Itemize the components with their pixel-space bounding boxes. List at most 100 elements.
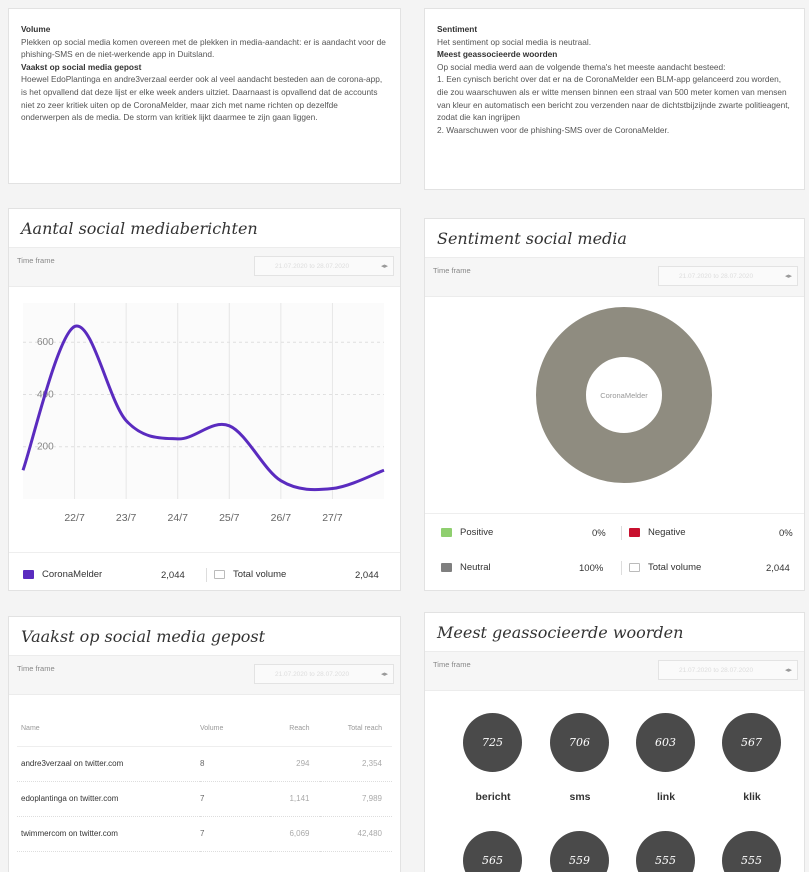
time-frame-value: 21.07.2020 to 28.07.2020 bbox=[679, 667, 754, 674]
table-row[interactable]: edoplantinga on twitter.com 7 1,141 7,98… bbox=[17, 781, 392, 817]
sentiment-heading: Sentiment bbox=[437, 24, 478, 34]
word-label: klik bbox=[743, 791, 761, 803]
time-frame-label: Time frame bbox=[433, 266, 471, 275]
neutral-swatch-icon bbox=[441, 563, 452, 572]
time-frame-label: Time frame bbox=[17, 664, 55, 673]
messages-panel-title: Aantal social mediaberichten bbox=[21, 219, 258, 238]
legend-negative[interactable]: Negative bbox=[629, 527, 686, 538]
time-frame-bar: Time frame 21.07.2020 to 28.07.2020 ◂▸ bbox=[9, 247, 400, 287]
total-volume-label: Total volume bbox=[648, 562, 702, 573]
time-frame-value: 21.07.2020 to 28.07.2020 bbox=[275, 671, 350, 678]
column-header-volume[interactable]: Volume bbox=[200, 712, 270, 747]
word-label: sms bbox=[569, 791, 591, 803]
messages-panel: Aantal social mediaberichten Time frame … bbox=[8, 208, 401, 591]
posted-panel-title: Vaakst op social media gepost bbox=[21, 627, 266, 646]
x-tick-label: 22/7 bbox=[64, 512, 85, 524]
table-row[interactable]: twimmercom on twitter.com 7 6,069 42,480 bbox=[17, 816, 392, 852]
legend-total-volume[interactable]: Total volume bbox=[629, 562, 701, 573]
x-tick-label: 24/7 bbox=[167, 512, 188, 524]
time-frame-picker[interactable]: 21.07.2020 to 28.07.2020 ◂▸ bbox=[658, 266, 798, 286]
sentiment-panel: Sentiment social media Time frame 21.07.… bbox=[424, 218, 805, 591]
sentiment-total-value: 2,044 bbox=[766, 563, 790, 574]
legend-divider bbox=[621, 526, 622, 540]
row-reach: 6,069 bbox=[270, 816, 320, 852]
time-frame-label: Time frame bbox=[433, 660, 471, 669]
row-reach: 1,141 bbox=[270, 781, 320, 817]
word-bubble[interactable]: 565 bbox=[463, 831, 522, 872]
time-frame-value: 21.07.2020 to 28.07.2020 bbox=[275, 263, 350, 270]
time-frame-bar: Time frame 21.07.2020 to 28.07.2020 ◂▸ bbox=[9, 655, 400, 695]
row-name[interactable]: twimmercom on twitter.com bbox=[17, 816, 200, 852]
total-swatch-icon bbox=[214, 570, 225, 579]
words-heading: Meest geassocieerde woorden bbox=[437, 49, 558, 60]
theme-item-2: 2. Waarschuwen voor de phishing-SMS over… bbox=[437, 124, 670, 135]
row-name[interactable]: andre3verzaal on twitter.com bbox=[17, 746, 200, 782]
x-tick-label: 26/7 bbox=[271, 512, 292, 524]
time-frame-picker[interactable]: 21.07.2020 to 28.07.2020 ◂▸ bbox=[254, 664, 394, 684]
sentiment-donut-chart: CoronaMelder bbox=[536, 307, 712, 483]
legend-total-volume[interactable]: Total volume bbox=[214, 569, 286, 580]
positive-value: 0% bbox=[592, 528, 606, 539]
x-tick-label: 25/7 bbox=[219, 512, 240, 524]
table-header-row: Name Volume Reach Total reach bbox=[17, 712, 392, 747]
legend-positive[interactable]: Positive bbox=[441, 527, 493, 538]
column-header-name[interactable]: Name bbox=[17, 712, 200, 747]
row-name[interactable]: edoplantinga on twitter.com bbox=[17, 781, 200, 817]
legend-neutral[interactable]: Neutral bbox=[441, 562, 491, 573]
range-arrows-icon[interactable]: ◂▸ bbox=[785, 666, 792, 674]
legend-divider bbox=[621, 561, 622, 575]
donut-center-label: CoronaMelder bbox=[600, 391, 648, 400]
range-arrows-icon[interactable]: ◂▸ bbox=[381, 262, 388, 270]
time-frame-value: 21.07.2020 to 28.07.2020 bbox=[679, 273, 754, 280]
row-total-reach: 2,354 bbox=[319, 746, 392, 782]
word-bubble[interactable]: 725 bbox=[463, 713, 522, 772]
sentiment-panel-title: Sentiment social media bbox=[437, 229, 627, 248]
posted-text: Hoewel EdoPlantinga en andre3verzaal eer… bbox=[21, 74, 383, 123]
range-arrows-icon[interactable]: ◂▸ bbox=[785, 272, 792, 280]
volume-heading: Volume bbox=[21, 24, 51, 34]
table-row[interactable]: andre3verzaal on twitter.com 8 294 2,354 bbox=[17, 746, 392, 782]
legend-series[interactable]: CoronaMelder bbox=[23, 569, 102, 580]
theme-item-1: 1. Een cynisch bericht over dat er na de… bbox=[437, 74, 790, 123]
row-volume: 7 bbox=[200, 816, 270, 852]
series-total-value: 2,044 bbox=[161, 570, 185, 581]
word-bubble[interactable]: 567 bbox=[722, 713, 781, 772]
volume-summary-card: Volume Plekken op social media komen ove… bbox=[8, 8, 401, 184]
posted-table: Name Volume Reach Total reach andre3verz… bbox=[17, 712, 392, 852]
negative-swatch-icon bbox=[629, 528, 640, 537]
words-panel-title: Meest geassocieerde woorden bbox=[437, 623, 684, 642]
legend-total-label: Total volume bbox=[233, 569, 287, 580]
neutral-label: Neutral bbox=[460, 562, 491, 573]
time-frame-label: Time frame bbox=[17, 256, 55, 265]
column-header-total-reach[interactable]: Total reach bbox=[319, 712, 392, 747]
row-volume: 8 bbox=[200, 746, 270, 782]
time-frame-picker[interactable]: 21.07.2020 to 28.07.2020 ◂▸ bbox=[254, 256, 394, 276]
word-bubble[interactable]: 555 bbox=[722, 831, 781, 872]
word-label: bericht bbox=[475, 791, 511, 803]
posted-heading: Vaakst op social media gepost bbox=[21, 61, 142, 72]
word-bubble[interactable]: 555 bbox=[636, 831, 695, 872]
range-arrows-icon[interactable]: ◂▸ bbox=[381, 670, 388, 678]
negative-value: 0% bbox=[779, 528, 793, 539]
time-frame-bar: Time frame 21.07.2020 to 28.07.2020 ◂▸ bbox=[425, 651, 804, 691]
legend-divider bbox=[206, 568, 207, 582]
time-frame-picker[interactable]: 21.07.2020 to 28.07.2020 ◂▸ bbox=[658, 660, 798, 680]
column-header-reach[interactable]: Reach bbox=[270, 712, 320, 747]
volume-text: Plekken op social media komen overeen me… bbox=[21, 36, 386, 60]
y-tick-label: 200 bbox=[37, 442, 54, 453]
plot-area bbox=[23, 303, 384, 499]
word-bubble[interactable]: 706 bbox=[550, 713, 609, 772]
word-bubble[interactable]: 603 bbox=[636, 713, 695, 772]
positive-swatch-icon bbox=[441, 528, 452, 537]
row-total-reach: 7,989 bbox=[319, 781, 392, 817]
row-reach: 294 bbox=[270, 746, 320, 782]
series-swatch-icon bbox=[23, 570, 34, 579]
word-bubble[interactable]: 559 bbox=[550, 831, 609, 872]
legend-series-label: CoronaMelder bbox=[42, 569, 103, 580]
messages-line-chart: 20040060022/7 23/7 24/7 25/7 26/7 27/7 bbox=[21, 303, 385, 524]
row-volume: 7 bbox=[200, 781, 270, 817]
word-label: link bbox=[656, 791, 676, 803]
time-frame-bar: Time frame 21.07.2020 to 28.07.2020 ◂▸ bbox=[425, 257, 804, 297]
x-tick-label: 23/7 bbox=[116, 512, 137, 524]
words-panel: Meest geassocieerde woorden Time frame 2… bbox=[424, 612, 805, 872]
